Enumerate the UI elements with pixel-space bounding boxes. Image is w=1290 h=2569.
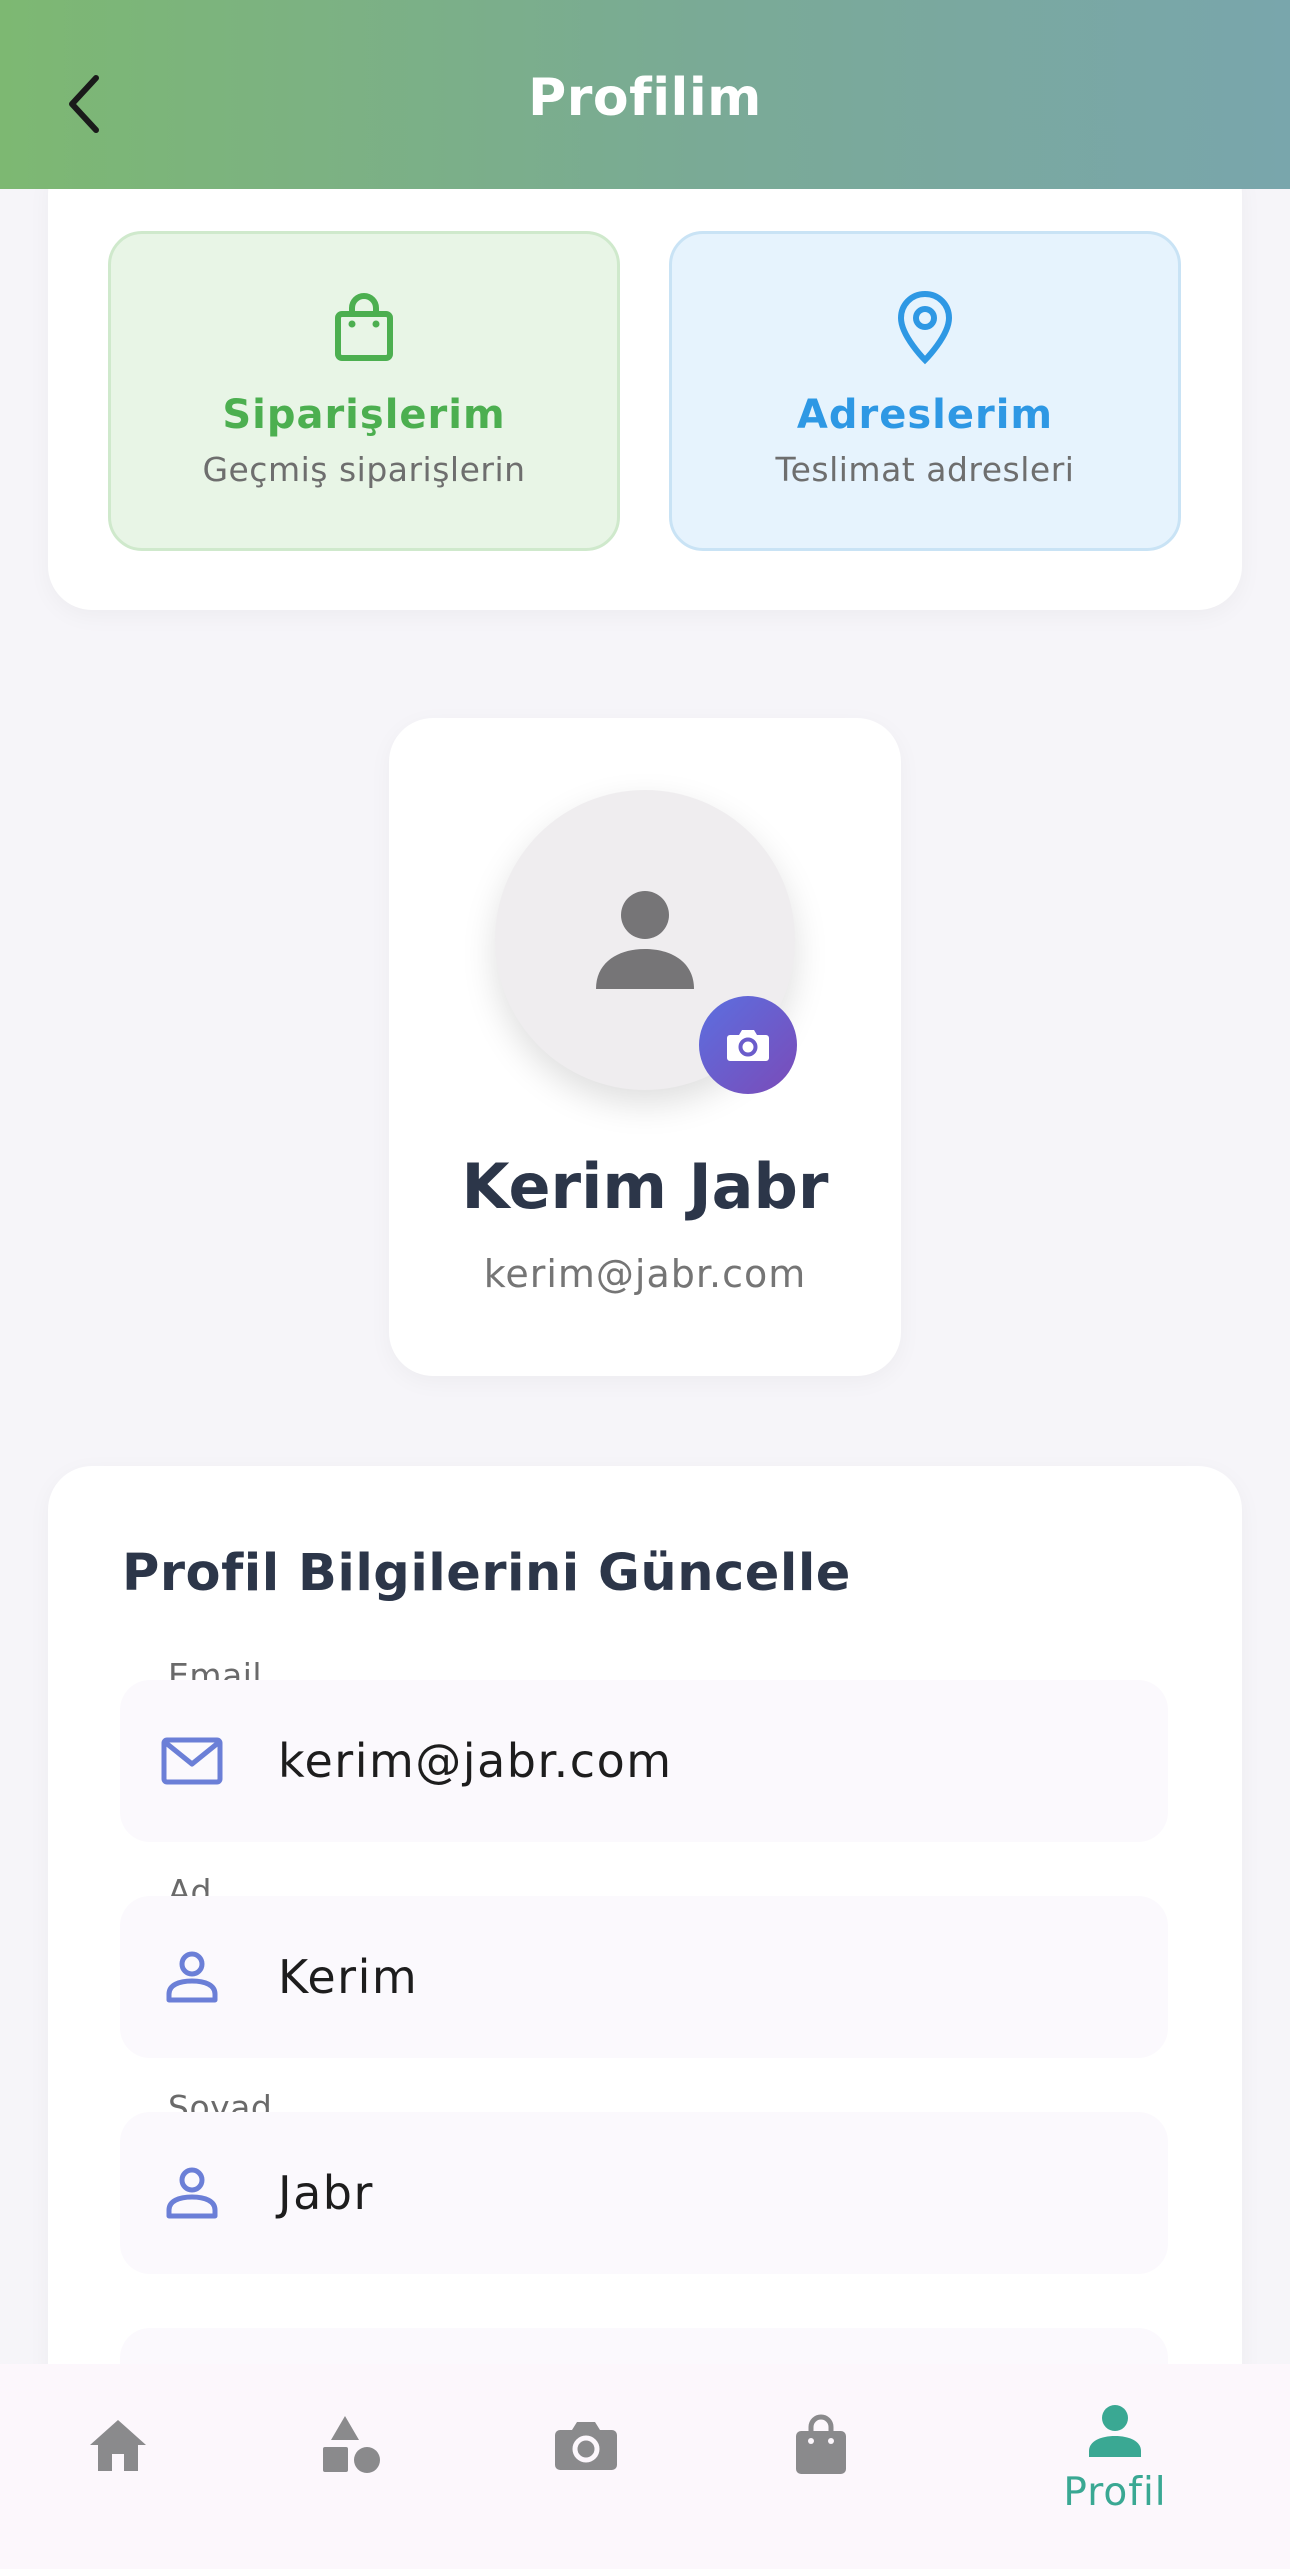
camera-icon	[551, 2410, 621, 2480]
addresses-title: Adreslerim	[796, 392, 1054, 438]
first-name-field[interactable]: Kerim	[120, 1896, 1168, 2058]
addresses-subtitle: Teslimat adresleri	[775, 450, 1075, 489]
first-name-value: Kerim	[278, 1950, 419, 2004]
nav-home[interactable]	[68, 2364, 168, 2569]
nav-camera[interactable]	[536, 2364, 636, 2569]
page-title: Profilim	[528, 68, 762, 128]
shopping-bag-icon	[324, 288, 404, 368]
categories-icon	[317, 2410, 387, 2480]
person-icon	[160, 2161, 224, 2225]
nav-profile[interactable]: Profil	[1035, 2364, 1195, 2569]
mail-icon	[160, 1729, 224, 1793]
nav-categories[interactable]	[302, 2364, 402, 2569]
email-value: kerim@jabr.com	[278, 1734, 673, 1788]
camera-icon	[727, 1030, 769, 1061]
person-icon	[1080, 2396, 1150, 2466]
person-icon	[160, 1945, 224, 2009]
person-icon	[596, 891, 694, 989]
orders-subtitle: Geçmiş siparişlerin	[202, 450, 526, 489]
profile-name: Kerim Jabr	[461, 1150, 829, 1223]
shopping-bag-icon	[786, 2410, 856, 2480]
form-title: Profil Bilgilerini Güncelle	[122, 1544, 851, 1603]
profile-email: kerim@jabr.com	[483, 1252, 807, 1296]
nav-profile-label: Profil	[1063, 2470, 1167, 2515]
last-name-value: Jabr	[278, 2166, 374, 2220]
app-header: Profilim	[0, 0, 1290, 189]
location-pin-icon	[885, 288, 965, 368]
change-photo-button[interactable]	[699, 996, 797, 1094]
email-field[interactable]: kerim@jabr.com	[120, 1680, 1168, 1842]
last-name-field[interactable]: Jabr	[120, 2112, 1168, 2274]
profile-screen: Profilim Siparişlerim Geçmiş siparişleri…	[0, 0, 1290, 2569]
nav-orders[interactable]	[771, 2364, 871, 2569]
quick-actions-card: Siparişlerim Geçmiş siparişlerin Adresle…	[48, 150, 1242, 610]
addresses-tile[interactable]: Adreslerim Teslimat adresleri	[669, 231, 1181, 551]
orders-title: Siparişlerim	[222, 392, 506, 438]
bottom-nav: Profil	[0, 2364, 1290, 2569]
orders-tile[interactable]: Siparişlerim Geçmiş siparişlerin	[108, 231, 620, 551]
home-icon	[83, 2410, 153, 2480]
profile-card: Kerim Jabr kerim@jabr.com	[389, 718, 901, 1376]
